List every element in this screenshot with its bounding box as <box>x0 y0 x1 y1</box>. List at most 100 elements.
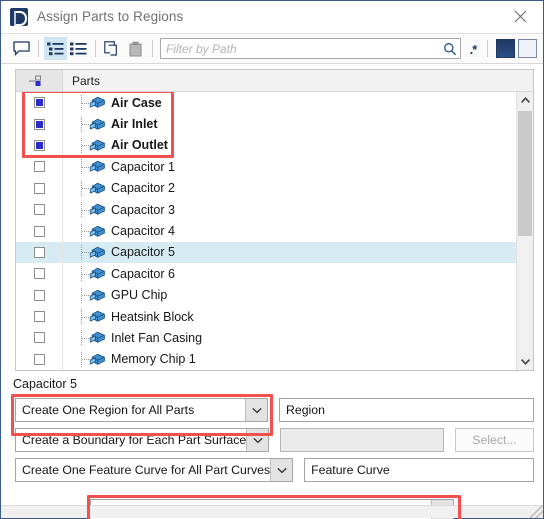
part-icon <box>89 266 106 281</box>
part-checkbox[interactable] <box>33 246 45 258</box>
table-row[interactable]: Capacitor 4 <box>16 220 516 242</box>
part-checkbox[interactable] <box>33 332 45 344</box>
dark-swatch-button[interactable] <box>496 39 515 58</box>
part-icon <box>89 138 106 153</box>
scrollbar-thumb[interactable] <box>518 111 532 236</box>
row-checkbox-cell[interactable] <box>16 177 63 199</box>
light-swatch-button[interactable] <box>518 39 537 58</box>
boundary-mode-dropdown[interactable]: Create a Boundary for Each Part Surface <box>15 428 270 453</box>
table-row[interactable]: Capacitor 2 <box>16 177 516 199</box>
row-label-cell[interactable]: Heatsink Block <box>63 309 516 325</box>
part-checkbox[interactable] <box>33 353 45 365</box>
row-label-cell[interactable]: GPU Chip <box>63 287 516 303</box>
toolbar-separator <box>487 40 488 57</box>
table-row[interactable]: GPU Chip <box>16 284 516 306</box>
part-icon <box>89 224 106 239</box>
part-icon <box>89 352 106 367</box>
part-icon <box>89 288 106 303</box>
row-label-cell[interactable]: Capacitor 5 <box>63 244 516 260</box>
scroll-up-icon[interactable] <box>517 92 533 109</box>
row-checkbox-cell[interactable] <box>16 92 63 114</box>
boundary-mode-value: Create a Boundary for Each Part Surface <box>22 433 247 448</box>
chevron-down-icon[interactable] <box>270 459 293 482</box>
row-checkbox-cell[interactable] <box>16 284 63 306</box>
row-checkbox-cell[interactable] <box>16 241 63 264</box>
part-name: Heatsink Block <box>111 309 194 324</box>
table-row[interactable]: Inlet Fan Casing <box>16 327 516 349</box>
toolbar: .* <box>1 33 543 64</box>
part-checkbox[interactable] <box>33 311 45 323</box>
curve-name-field[interactable]: Feature Curve <box>304 458 534 483</box>
table-row[interactable]: Capacitor 1 <box>16 156 516 178</box>
search-input[interactable] <box>166 41 442 56</box>
row-checkbox-cell[interactable] <box>16 305 63 328</box>
feature-curve-row: Create One Feature Curve for All Part Cu… <box>15 458 534 483</box>
row-label-cell[interactable]: Air Inlet <box>63 116 516 132</box>
scroll-down-icon[interactable] <box>517 353 533 370</box>
curve-mode-dropdown[interactable]: Create One Feature Curve for All Part Cu… <box>15 458 294 483</box>
table-row[interactable]: Air Outlet <box>16 134 516 157</box>
copy-icon[interactable] <box>101 37 124 60</box>
tree-vertical-scrollbar[interactable] <box>516 92 533 371</box>
selected-part-label: Capacitor 5 <box>13 377 77 392</box>
row-label-cell[interactable]: Capacitor 3 <box>63 202 516 218</box>
part-checkbox[interactable] <box>33 225 45 237</box>
row-checkbox-cell[interactable] <box>16 348 63 371</box>
region-mode-dropdown[interactable]: Create One Region for All Parts <box>15 398 268 423</box>
part-icon <box>89 181 106 196</box>
part-checkbox[interactable] <box>33 289 45 301</box>
table-row[interactable]: Air Case <box>16 92 516 114</box>
row-label-cell[interactable]: Memory Chip 1 <box>63 351 516 367</box>
part-checkbox[interactable] <box>33 204 45 216</box>
row-checkbox-cell[interactable] <box>16 198 63 221</box>
table-row[interactable]: Heatsink Block <box>16 305 516 328</box>
table-row[interactable]: Capacitor 6 <box>16 263 516 285</box>
row-checkbox-cell[interactable] <box>16 156 63 178</box>
row-checkbox-cell[interactable] <box>16 263 63 285</box>
table-row[interactable]: Air Inlet <box>16 113 516 135</box>
row-label-cell[interactable]: Capacitor 2 <box>63 180 516 196</box>
magnifier-icon[interactable] <box>442 41 458 57</box>
part-checkbox[interactable] <box>33 97 45 109</box>
comment-icon[interactable] <box>10 37 33 60</box>
row-checkbox-cell[interactable] <box>16 134 63 157</box>
tree-guide-elbow <box>82 231 89 233</box>
row-label-cell[interactable]: Capacitor 6 <box>63 266 516 282</box>
part-checkbox[interactable] <box>33 139 45 151</box>
tree-view-icon[interactable] <box>44 37 67 60</box>
part-checkbox[interactable] <box>33 268 45 280</box>
row-checkbox-cell[interactable] <box>16 220 63 242</box>
row-checkbox-cell[interactable] <box>16 327 63 349</box>
region-name-field[interactable]: Region <box>279 398 534 423</box>
row-label-cell[interactable]: Inlet Fan Casing <box>63 330 516 346</box>
part-checkbox[interactable] <box>33 182 45 194</box>
table-row[interactable]: Capacitor 5 <box>16 241 516 264</box>
part-icon <box>89 202 106 217</box>
part-name: Capacitor 2 <box>111 181 175 196</box>
row-checkbox-cell[interactable] <box>16 113 63 135</box>
table-row[interactable]: Capacitor 3 <box>16 198 516 221</box>
part-icon <box>89 309 106 324</box>
parts-column-header[interactable]: Parts <box>63 70 533 91</box>
part-checkbox[interactable] <box>33 118 45 130</box>
tree-guide-elbow <box>82 102 89 104</box>
table-row[interactable]: Memory Chip 1 <box>16 348 516 371</box>
filter-by-path-field[interactable] <box>160 38 461 59</box>
chevron-down-icon[interactable] <box>245 399 267 422</box>
flat-list-icon[interactable] <box>67 37 90 60</box>
part-checkbox[interactable] <box>33 161 45 173</box>
row-label-cell[interactable]: Capacitor 4 <box>63 223 516 239</box>
close-icon[interactable] <box>498 1 543 32</box>
chevron-down-icon[interactable] <box>246 429 269 452</box>
scrollbar-track[interactable] <box>517 109 533 353</box>
regex-toggle-button[interactable]: .* <box>464 38 482 59</box>
row-label-cell[interactable]: Capacitor 1 <box>63 159 516 175</box>
part-icon <box>89 330 106 345</box>
row-label-cell[interactable]: Air Case <box>63 95 516 111</box>
selection-column-header[interactable] <box>16 70 63 91</box>
part-name: GPU Chip <box>111 288 168 303</box>
row-label-cell[interactable]: Air Outlet <box>63 137 516 153</box>
tree-body: Air Case Air Inlet Air Outlet Capacitor 1 Ca… <box>16 92 533 371</box>
part-icon <box>89 245 106 260</box>
part-name: Capacitor 4 <box>111 224 175 239</box>
